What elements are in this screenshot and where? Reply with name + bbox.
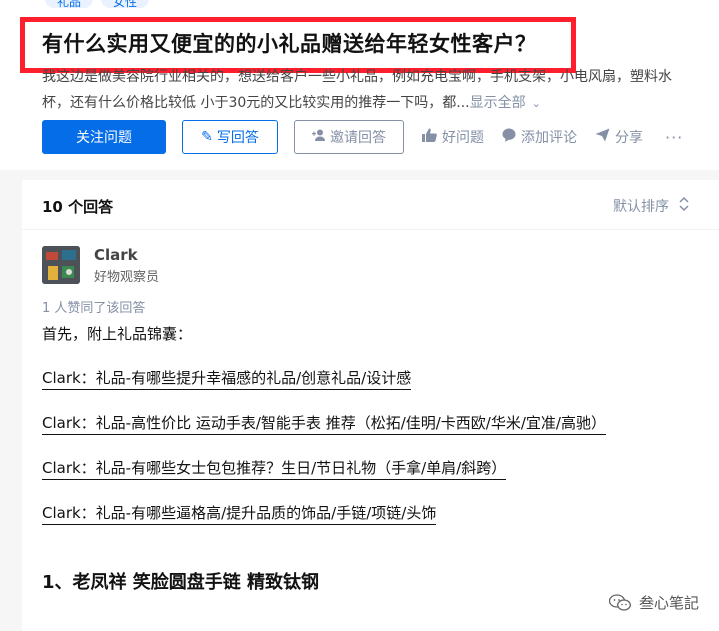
comment-icon bbox=[502, 128, 516, 146]
add-comment-button[interactable]: 添加评论 bbox=[502, 127, 577, 147]
answer-author: Clark 好物观察员 bbox=[42, 246, 159, 285]
avatar[interactable] bbox=[42, 246, 80, 284]
add-user-icon bbox=[312, 129, 326, 145]
sort-toggle-icon bbox=[679, 196, 689, 215]
more-options-icon[interactable]: ··· bbox=[665, 128, 683, 147]
share-icon bbox=[595, 128, 610, 146]
wechat-icon bbox=[608, 593, 631, 612]
watermark: 叁心笔記 bbox=[608, 592, 699, 613]
author-bio: 好物观察员 bbox=[94, 270, 160, 285]
section-heading: 1、老凤祥 笑脸圆盘手链 精致钛钢 bbox=[42, 572, 320, 593]
question-detail-line: 杯，还有什么价格比较低 小于30元的又比较实用的推荐一下吗，都...显示全部 ⌄ bbox=[42, 90, 702, 117]
follow-question-button[interactable]: 关注问题 bbox=[42, 120, 166, 154]
question-detail-line: 我这边是做美容院行业相关的，想送给客户一些小礼品，例如充电宝啊，手机支架，小电风… bbox=[42, 69, 672, 85]
gift-guide-link[interactable]: Clark：礼品-有哪些逼格高/提升品质的饰品/手链/项链/头饰 bbox=[42, 502, 437, 525]
upvote-note: 1 人赞同了该回答 bbox=[42, 301, 146, 316]
pencil-icon: ✎ bbox=[201, 129, 213, 145]
gift-guide-link[interactable]: Clark：礼品-有哪些女士包包推荐？生日/节日礼物（手拿/单肩/斜跨） bbox=[42, 457, 507, 480]
topic-tag[interactable]: 女性 bbox=[101, 0, 150, 9]
author-name[interactable]: Clark bbox=[94, 246, 159, 264]
gift-guide-link[interactable]: Clark：礼品-高性价比 运动手表/智能手表 推荐（松拓/佳明/卡西欧/华米/… bbox=[42, 412, 606, 435]
topic-tags: 礼品 女性 bbox=[45, 0, 150, 9]
write-answer-label: 写回答 bbox=[216, 130, 259, 146]
answers-card: 10 个回答 默认排序 Clark 好物观察员 1 人赞同了该回答 首先，附上礼… bbox=[22, 180, 719, 631]
question-detail: 我这边是做美容院行业相关的，想送给客户一些小礼品，例如充电宝啊，手机支架，小电风… bbox=[42, 64, 702, 117]
author-info: Clark 好物观察员 bbox=[94, 246, 159, 285]
good-question-button[interactable]: 好问题 bbox=[422, 127, 484, 147]
share-label: 分享 bbox=[615, 130, 643, 146]
answer-intro: 首先，附上礼品锦囊： bbox=[42, 325, 193, 343]
sort-label: 默认排序 bbox=[613, 199, 669, 215]
answers-header: 10 个回答 默认排序 bbox=[22, 180, 719, 230]
good-question-label: 好问题 bbox=[442, 130, 484, 146]
gift-guide-link[interactable]: Clark：礼品-有哪些提升幸福感的礼品/创意礼品/设计感 bbox=[42, 367, 412, 390]
add-comment-label: 添加评论 bbox=[521, 130, 577, 146]
question-detail-text: 杯，还有什么价格比较低 小于30元的又比较实用的推荐一下吗，都... bbox=[42, 95, 470, 111]
answers-count: 10 个回答 bbox=[42, 198, 114, 216]
share-button[interactable]: 分享 bbox=[595, 127, 643, 147]
invite-answer-button[interactable]: 邀请回答 bbox=[294, 120, 404, 154]
sort-dropdown[interactable]: 默认排序 bbox=[613, 196, 689, 216]
write-answer-button[interactable]: ✎ 写回答 bbox=[182, 120, 278, 154]
topic-tag[interactable]: 礼品 bbox=[45, 0, 94, 9]
invite-answer-label: 邀请回答 bbox=[330, 130, 386, 146]
chevron-down-icon[interactable]: ⌄ bbox=[532, 91, 541, 117]
question-header: 礼品 女性 有什么实用又便宜的的小礼品赠送给年轻女性客户？ 我这边是做美容院行业… bbox=[0, 0, 719, 170]
thumbs-up-icon bbox=[422, 128, 437, 146]
question-actions: 关注问题 ✎ 写回答 邀请回答 好问题 添加评论 分享 ··· bbox=[42, 120, 683, 154]
question-title: 有什么实用又便宜的的小礼品赠送给年轻女性客户？ bbox=[42, 32, 537, 56]
show-all-link[interactable]: 显示全部 bbox=[470, 95, 526, 111]
watermark-text: 叁心笔記 bbox=[638, 594, 699, 612]
